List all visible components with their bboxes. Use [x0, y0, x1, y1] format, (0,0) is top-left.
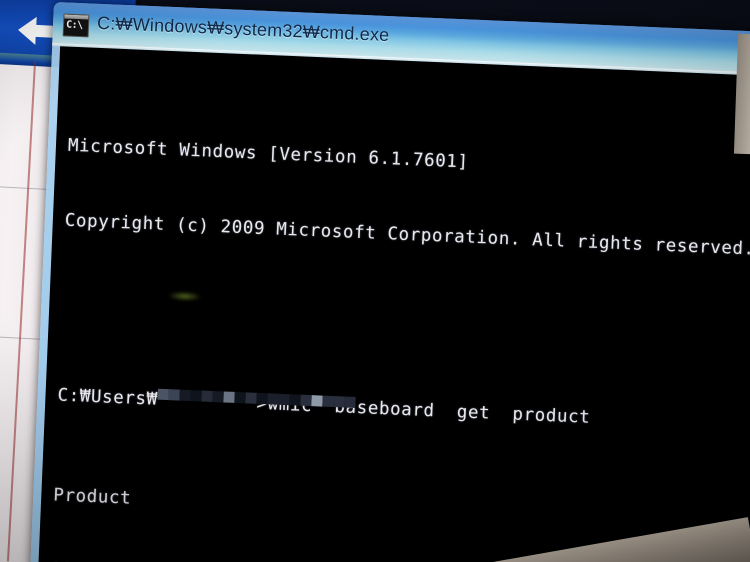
photo-of-monitor: C:\ C:₩Windows₩system32₩cmd.exe Microsof… [0, 0, 750, 562]
window-frame: C:\ C:₩Windows₩system32₩cmd.exe Microsof… [29, 2, 750, 562]
console-output-header: Product [52, 485, 132, 509]
prompt-path-prefix: C:₩Users₩ [57, 385, 159, 410]
cmd-window[interactable]: C:\ C:₩Windows₩system32₩cmd.exe Microsof… [29, 2, 750, 562]
console-line-copyright: Copyright (c) 2009 Microsoft Corporation… [64, 210, 750, 260]
console-prompt-line-1: C:₩Users₩ > wmic baseboard get product [57, 384, 750, 439]
cmd-console-icon: C:\ [62, 13, 90, 38]
console-text: Microsoft Windows [Version 6.1.7601] Cop… [38, 59, 750, 562]
icon-label: C:\ [65, 19, 83, 32]
console-surface[interactable]: Microsoft Windows [Version 6.1.7601] Cop… [37, 46, 750, 562]
console-line-version: Microsoft Windows [Version 6.1.7601] [67, 135, 469, 173]
redacted-username-mosaic [157, 388, 356, 414]
